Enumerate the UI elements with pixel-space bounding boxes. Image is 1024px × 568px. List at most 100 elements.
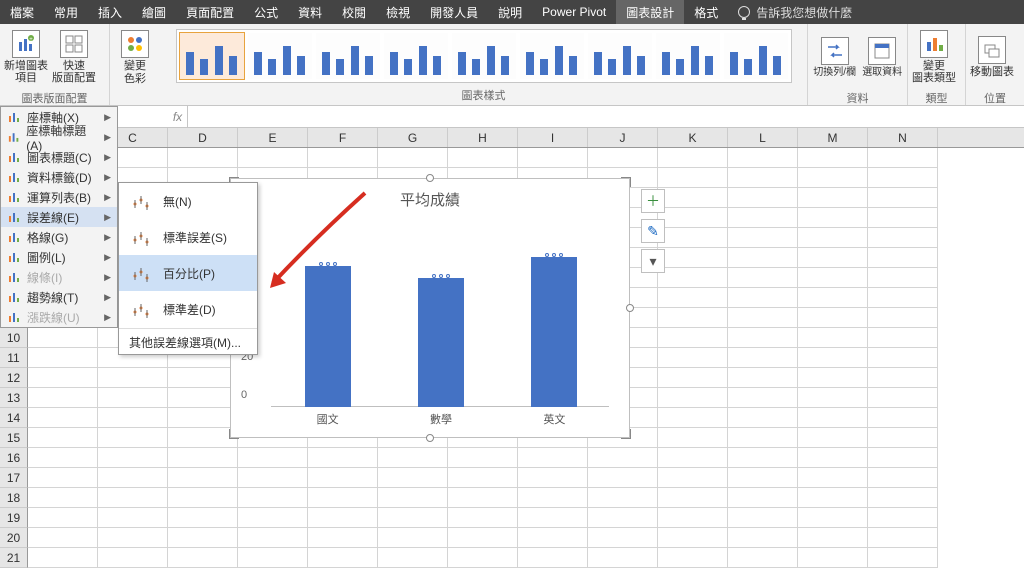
resize-handle-bl[interactable] [229, 429, 239, 439]
cell[interactable] [728, 408, 798, 428]
cell[interactable] [728, 328, 798, 348]
cell[interactable] [868, 188, 938, 208]
cell[interactable] [518, 548, 588, 568]
chart-bar[interactable] [418, 278, 464, 407]
cell[interactable] [868, 208, 938, 228]
cell[interactable] [168, 448, 238, 468]
chart-bar[interactable] [531, 257, 577, 407]
chart-element-item[interactable]: 圖表標題(C)▶ [1, 147, 117, 167]
resize-handle-bottom[interactable] [426, 434, 434, 442]
cell[interactable] [308, 508, 378, 528]
chart-element-item[interactable]: 誤差線(E)▶ [1, 207, 117, 227]
chart-element-item[interactable]: 趨勢線(T)▶ [1, 287, 117, 307]
chart-elements-plus-button[interactable]: ＋ [641, 189, 665, 213]
cell[interactable] [728, 168, 798, 188]
cell[interactable] [448, 528, 518, 548]
tab-chart-design[interactable]: 圖表設計 [616, 0, 684, 24]
chart-style-8[interactable] [655, 32, 721, 80]
tab-draw[interactable]: 繪圖 [132, 0, 176, 24]
cell[interactable] [238, 488, 308, 508]
cell[interactable] [728, 268, 798, 288]
select-data-button[interactable]: 選取資料 [861, 26, 903, 88]
cell[interactable] [798, 508, 868, 528]
cell[interactable] [168, 548, 238, 568]
tab-view[interactable]: 檢視 [376, 0, 420, 24]
cell[interactable] [798, 288, 868, 308]
cell[interactable] [238, 148, 308, 168]
chart-plot-area[interactable]: 200國文數學英文 [271, 219, 609, 407]
cell[interactable] [308, 528, 378, 548]
chart-style-7[interactable] [587, 32, 653, 80]
resize-handle-top[interactable] [426, 174, 434, 182]
add-chart-element-button[interactable]: + 新增圖表 項目 [4, 26, 48, 88]
cell[interactable] [448, 548, 518, 568]
cell[interactable] [518, 468, 588, 488]
cell[interactable] [378, 468, 448, 488]
tab-formulas[interactable]: 公式 [244, 0, 288, 24]
cell[interactable] [28, 348, 98, 368]
cell[interactable] [308, 548, 378, 568]
tab-home[interactable]: 常用 [44, 0, 88, 24]
cell[interactable] [728, 548, 798, 568]
cell[interactable] [868, 228, 938, 248]
row-header-18[interactable]: 18 [0, 488, 28, 508]
cell[interactable] [28, 408, 98, 428]
cell[interactable] [238, 448, 308, 468]
cell[interactable] [728, 488, 798, 508]
move-chart-button[interactable]: 移動圖表 [970, 26, 1014, 88]
cell[interactable] [28, 388, 98, 408]
column-header-K[interactable]: K [658, 128, 728, 147]
cell[interactable] [798, 328, 868, 348]
cell[interactable] [798, 388, 868, 408]
cell[interactable] [518, 528, 588, 548]
chart-style-1[interactable] [179, 32, 245, 80]
cell[interactable] [658, 268, 728, 288]
error-bar-option[interactable]: 標準差(D) [119, 291, 257, 327]
cell[interactable] [868, 308, 938, 328]
row-header-17[interactable]: 17 [0, 468, 28, 488]
row-header-13[interactable]: 13 [0, 388, 28, 408]
cell[interactable] [378, 148, 448, 168]
cell[interactable] [728, 308, 798, 328]
cell[interactable] [308, 488, 378, 508]
cell[interactable] [658, 348, 728, 368]
chart-style-3[interactable] [315, 32, 381, 80]
column-header-N[interactable]: N [868, 128, 938, 147]
cell[interactable] [98, 488, 168, 508]
tab-format[interactable]: 格式 [684, 0, 728, 24]
cell[interactable] [588, 448, 658, 468]
change-chart-type-button[interactable]: 變更 圖表類型 [912, 26, 956, 88]
chart-element-item[interactable]: 座標軸標題(A)▶ [1, 127, 117, 147]
column-header-M[interactable]: M [798, 128, 868, 147]
cell[interactable] [658, 308, 728, 328]
tell-me-search[interactable]: 告訴我您想做什麼 [728, 0, 862, 24]
tab-page-layout[interactable]: 頁面配置 [176, 0, 244, 24]
cell[interactable] [28, 448, 98, 468]
cell[interactable] [98, 508, 168, 528]
column-header-J[interactable]: J [588, 128, 658, 147]
cell[interactable] [868, 248, 938, 268]
cell[interactable] [168, 528, 238, 548]
cell[interactable] [658, 208, 728, 228]
cell[interactable] [798, 248, 868, 268]
cell[interactable] [798, 468, 868, 488]
tab-help[interactable]: 說明 [488, 0, 532, 24]
cell[interactable] [98, 368, 168, 388]
cell[interactable] [658, 548, 728, 568]
chart-style-6[interactable] [519, 32, 585, 80]
cell[interactable] [168, 148, 238, 168]
cell[interactable] [868, 348, 938, 368]
cell[interactable] [658, 428, 728, 448]
row-header-11[interactable]: 11 [0, 348, 28, 368]
error-bar-option[interactable]: 標準誤差(S) [119, 219, 257, 255]
chart-style-4[interactable] [383, 32, 449, 80]
column-header-F[interactable]: F [308, 128, 378, 147]
cell[interactable] [658, 528, 728, 548]
row-header-16[interactable]: 16 [0, 448, 28, 468]
cell[interactable] [658, 408, 728, 428]
cell[interactable] [378, 448, 448, 468]
cell[interactable] [868, 488, 938, 508]
cell[interactable] [378, 548, 448, 568]
switch-row-column-button[interactable]: 切換列/欄 [812, 26, 857, 88]
cell[interactable] [728, 468, 798, 488]
